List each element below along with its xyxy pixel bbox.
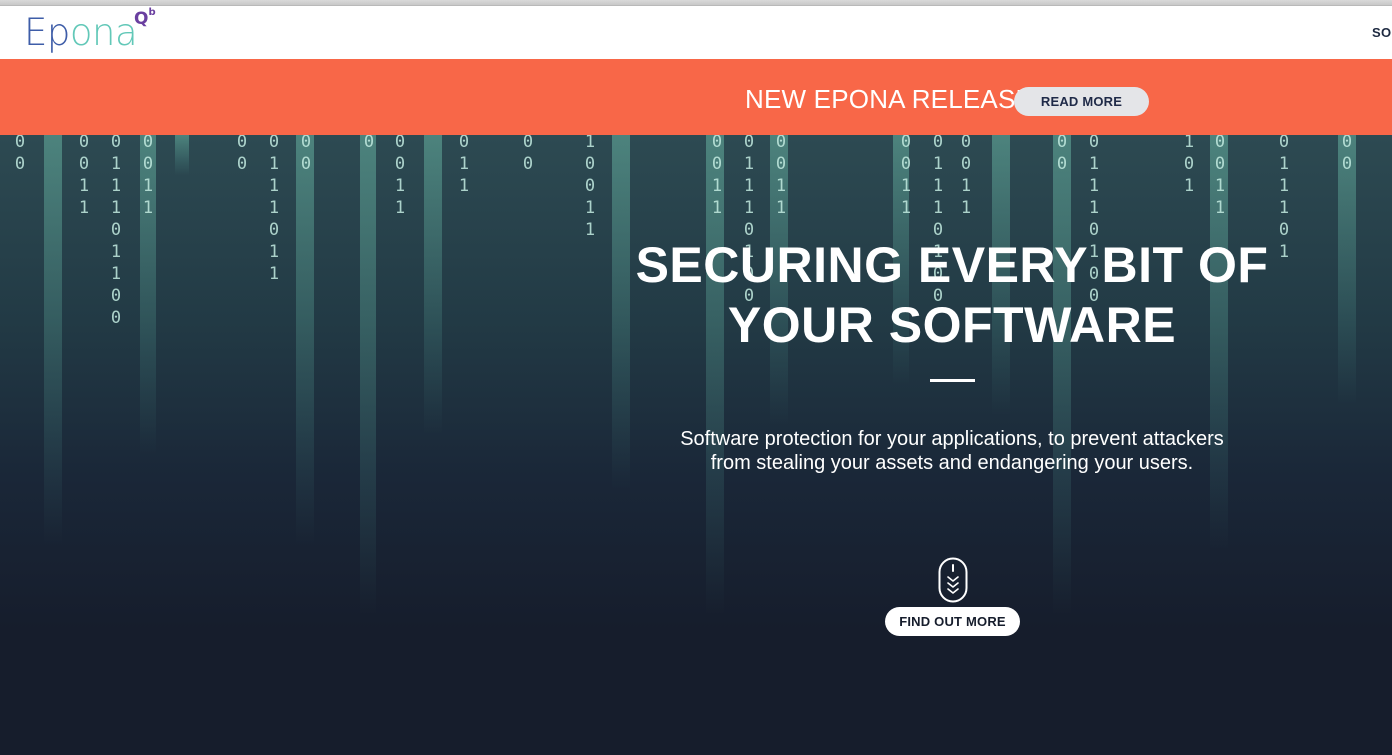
banner-text: NEW EPONA RELEASE (745, 84, 1034, 114)
hero-title: SECURING EVERY BIT OF YOUR SOFTWARE (635, 237, 1269, 353)
epona-logo[interactable]: Epona Qb (24, 7, 184, 57)
hero-subtitle: Software protection for your application… (680, 428, 1224, 474)
code-rain-digits: 0 0 1 1 (711, 135, 723, 218)
code-rain-streak (296, 135, 314, 545)
code-rain-digits: 1 0 1 (1183, 135, 1195, 196)
code-rain-digits: 0 0 1 1 (78, 135, 90, 218)
code-rain-streak (424, 135, 442, 435)
code-rain-digits: 0 0 1 1 (960, 135, 972, 218)
code-rain-digits: 1 0 0 1 1 (584, 135, 596, 240)
code-rain-digits: 0 1 1 (458, 135, 470, 196)
mouse-scroll-icon[interactable] (938, 557, 968, 603)
read-more-button[interactable]: READ MORE (1014, 87, 1149, 116)
logo-wordmark: Epona (24, 11, 138, 55)
logo-qb-mark: Qb (134, 7, 156, 29)
code-rain-streak (1053, 135, 1071, 615)
code-rain-digits: 0 0 1 1 (900, 135, 912, 218)
code-rain-digits: 0 0 (14, 135, 26, 174)
code-rain-digits: 0 0 1 1 (1214, 135, 1226, 218)
code-rain-digits: 0 0 1 1 (775, 135, 787, 218)
code-rain-digits: 0 1 1 1 0 1 1 0 0 (110, 135, 122, 328)
logo-text-light: ona (69, 11, 138, 54)
code-rain-digits: 0 0 (1056, 135, 1068, 174)
release-banner: NEW EPONA RELEASE READ MORE (0, 59, 1392, 135)
code-rain-digits: 0 0 (1341, 135, 1353, 174)
code-rain-digits: 0 0 (522, 135, 534, 174)
code-rain-digits: 0 (363, 135, 375, 152)
code-rain-streak (44, 135, 62, 545)
nav-item-solutions[interactable]: SOL (1372, 25, 1392, 40)
page: Epona Qb SOL NEW EPONA RELEASE READ MORE… (0, 0, 1392, 755)
code-rain-digits: 0 0 1 1 (394, 135, 406, 218)
code-rain-streak (360, 135, 376, 615)
code-rain-digits: 0 0 (300, 135, 312, 174)
site-header: Epona Qb SOL (0, 6, 1392, 59)
code-rain-digits: 0 1 1 1 0 1 1 (268, 135, 280, 284)
code-rain-digits: 0 0 1 1 (142, 135, 154, 218)
code-rain-streak (175, 135, 189, 175)
find-out-more-button[interactable]: FIND OUT MORE (885, 607, 1020, 636)
logo-mark-letter: Q (134, 9, 149, 29)
logo-mark-sup: b (148, 7, 156, 18)
hero-section: 0 0 0 0 1 1 0 1 1 1 0 1 1 0 0 0 0 1 1 0 0 0 1… (0, 135, 1392, 755)
code-rain-digits: 0 0 (236, 135, 248, 174)
hero-divider (930, 379, 975, 382)
logo-text-dark: Ep (24, 11, 70, 54)
